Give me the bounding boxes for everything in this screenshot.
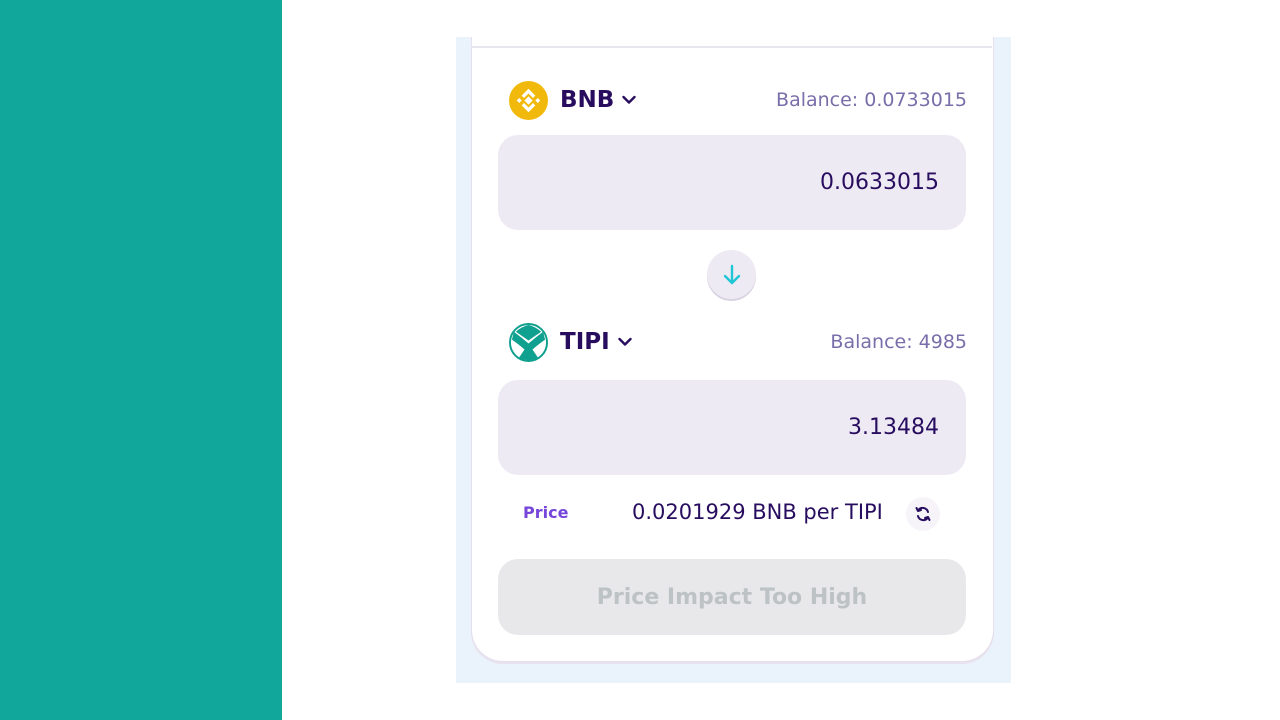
- price-impact-too-high-button[interactable]: Price Impact Too High: [498, 559, 966, 635]
- from-token-symbol: BNB: [560, 87, 615, 113]
- switch-tokens-button[interactable]: [707, 250, 756, 299]
- from-token-balance: Balance: 0.0733015: [776, 89, 967, 111]
- to-amount-box: [498, 380, 966, 475]
- to-token-balance: Balance: 4985: [830, 331, 967, 353]
- chevron-down-icon: [622, 93, 637, 107]
- bnb-logo-icon: [509, 80, 548, 120]
- to-token-symbol: TIPI: [560, 329, 610, 355]
- arrow-down-icon: [722, 264, 742, 286]
- from-token-row: BNB Balance: 0.0733015: [509, 80, 967, 120]
- price-label: Price: [523, 503, 569, 522]
- refresh-icon: [914, 505, 932, 523]
- from-amount-box: [498, 135, 966, 230]
- card-header-divider: [471, 46, 992, 48]
- to-token-row: TIPI Balance: 4985: [509, 322, 967, 362]
- to-amount-input[interactable]: [537, 414, 941, 441]
- from-amount-input[interactable]: [537, 169, 941, 196]
- left-sidebar-panel: [0, 0, 282, 720]
- chevron-down-icon: [617, 335, 632, 349]
- price-value: 0.0201929 BNB per TIPI: [632, 500, 883, 524]
- invert-price-button[interactable]: [906, 497, 940, 531]
- to-token-selector[interactable]: TIPI: [509, 322, 632, 362]
- tipi-logo-icon: [509, 322, 548, 362]
- from-token-selector[interactable]: BNB: [509, 80, 637, 120]
